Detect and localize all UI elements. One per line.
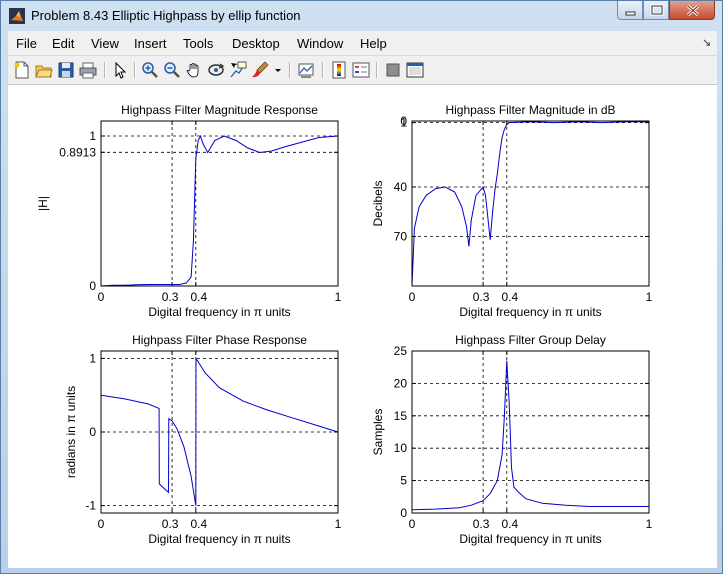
close-icon <box>686 4 700 17</box>
link-plot-icon[interactable] <box>297 61 315 79</box>
x-tick-label: 1 <box>335 517 342 531</box>
x-axis-label: Digital frequency in π units <box>148 305 290 319</box>
x-tick-label: 0.4 <box>190 290 207 304</box>
y-tick-label: 0 <box>89 279 96 293</box>
toolbar-separator <box>104 62 106 78</box>
y-tick-label: 25 <box>394 344 408 358</box>
toolbar-separator <box>322 62 324 78</box>
colorbar-icon[interactable] <box>330 61 348 79</box>
menu-bar: File Edit View Insert Tools Desktop Wind… <box>8 31 717 56</box>
x-tick-label: 0.4 <box>501 517 518 531</box>
toolbar-separator <box>134 62 136 78</box>
x-tick-label: 0.3 <box>473 517 490 531</box>
y-axis-label: |H| <box>36 196 50 211</box>
edit-plot-icon[interactable] <box>111 61 129 79</box>
legend-icon[interactable] <box>352 61 370 79</box>
y-axis-label: Decibels <box>371 180 385 226</box>
menu-dock-arrow[interactable]: ↘ <box>702 36 711 49</box>
zoom-in-icon[interactable] <box>141 61 159 79</box>
menu-tools[interactable]: Tools <box>183 36 213 51</box>
maximize-icon <box>650 4 664 16</box>
toolbar-separator <box>289 62 291 78</box>
close-button[interactable] <box>669 1 715 20</box>
y-tick-label: 0 <box>89 425 96 439</box>
open-file-icon[interactable] <box>35 61 53 79</box>
chart-title: Highpass Filter Group Delay <box>455 333 606 347</box>
y-tick-label: 1 <box>400 116 407 130</box>
minimize-button[interactable] <box>617 1 643 20</box>
x-tick-label: 0.3 <box>162 517 179 531</box>
chart-3: 0 0.3 0.4 1-101Highpass Filter Phase Respon… <box>64 333 342 546</box>
chart-title: Highpass Filter Magnitude Response <box>121 103 318 117</box>
x-tick-label: 1 <box>335 290 342 304</box>
print-icon[interactable] <box>79 61 97 79</box>
figure-window: Problem 8.43 Elliptic Highpass by ellip … <box>0 0 723 574</box>
menu-insert[interactable]: Insert <box>134 36 167 51</box>
rotate-3d-icon[interactable] <box>207 61 225 79</box>
chart-title: Highpass Filter Phase Response <box>132 333 307 347</box>
figure-toolbar <box>8 56 717 85</box>
x-tick-label: 1 <box>646 290 653 304</box>
x-tick-label: 0.3 <box>162 290 179 304</box>
minimize-icon <box>625 11 636 16</box>
x-axis-label: Digital frequency in π nuits <box>148 532 290 546</box>
y-tick-label: 40 <box>394 180 408 194</box>
y-axis-label: radians in π units <box>64 386 78 478</box>
x-axis-label: Digital frequency in π units <box>459 532 601 546</box>
new-figure-icon[interactable] <box>13 61 31 79</box>
x-tick-label: 0 <box>409 290 416 304</box>
x-tick-label: 0 <box>409 517 416 531</box>
x-tick-label: 0 <box>98 290 105 304</box>
maximize-button[interactable] <box>643 1 669 20</box>
pan-icon[interactable] <box>185 61 203 79</box>
x-tick-label: 0 <box>98 517 105 531</box>
show-plot-tools-icon[interactable] <box>406 61 424 79</box>
brush-dropdown-icon[interactable] <box>274 61 282 79</box>
toolbar-separator <box>376 62 378 78</box>
menu-view[interactable]: View <box>91 36 119 51</box>
figure-plots: 0 0.3 0.4 100.89131Highpass Filter Magnitud… <box>36 103 653 546</box>
zoom-out-icon[interactable] <box>163 61 181 79</box>
chart-2: 0 0.3 0.4 1014070Highpass Filter Magnitude … <box>371 103 653 319</box>
x-tick-label: 0.4 <box>501 290 518 304</box>
x-tick-label: 0.4 <box>190 517 207 531</box>
y-tick-label: 10 <box>394 441 408 455</box>
y-tick-label: 0.8913 <box>59 145 96 159</box>
y-tick-label: -1 <box>85 499 96 513</box>
y-tick-label: 70 <box>394 230 408 244</box>
plot-area <box>412 351 649 513</box>
chart-1: 0 0.3 0.4 1 0 0.8913 1 Highpass Filter Magnitud… <box>36 103 342 319</box>
y-tick-label: 5 <box>400 474 407 488</box>
brush-icon[interactable] <box>251 61 269 79</box>
menu-window[interactable]: Window <box>297 36 343 51</box>
matlab-icon <box>9 8 25 24</box>
title-bar[interactable]: Problem 8.43 Elliptic Highpass by ellip … <box>1 1 722 31</box>
menu-desktop[interactable]: Desktop <box>232 36 280 51</box>
y-tick-label: 15 <box>394 409 408 423</box>
chart-title: Highpass Filter Magnitude in dB <box>445 103 615 117</box>
menu-file[interactable]: File <box>16 36 37 51</box>
figure-canvas: 0 0.3 0.4 1 0 0.8913 1 Highpass Filter Magnitud… <box>8 85 717 568</box>
y-tick-label: 20 <box>394 376 408 390</box>
menu-edit[interactable]: Edit <box>52 36 74 51</box>
y-tick-label: 1 <box>89 129 96 143</box>
hide-plot-tools-icon[interactable] <box>384 61 402 79</box>
y-tick-label: 0 <box>400 506 407 520</box>
plot-area <box>101 351 338 513</box>
save-icon[interactable] <box>57 61 75 79</box>
chart-4: 0 0.3 0.4 10510152025Highpass Filter Group … <box>371 333 653 546</box>
menu-help[interactable]: Help <box>360 36 387 51</box>
x-tick-label: 0.3 <box>473 290 490 304</box>
y-tick-label: 1 <box>89 351 96 365</box>
plot-area <box>412 121 649 286</box>
plot-area <box>101 121 338 286</box>
data-cursor-icon[interactable] <box>229 61 247 79</box>
x-axis-label: Digital frequency in π units <box>459 305 601 319</box>
x-tick-label: 1 <box>646 517 653 531</box>
y-axis-label: Samples <box>371 409 385 456</box>
window-title: Problem 8.43 Elliptic Highpass by ellip … <box>31 8 301 23</box>
